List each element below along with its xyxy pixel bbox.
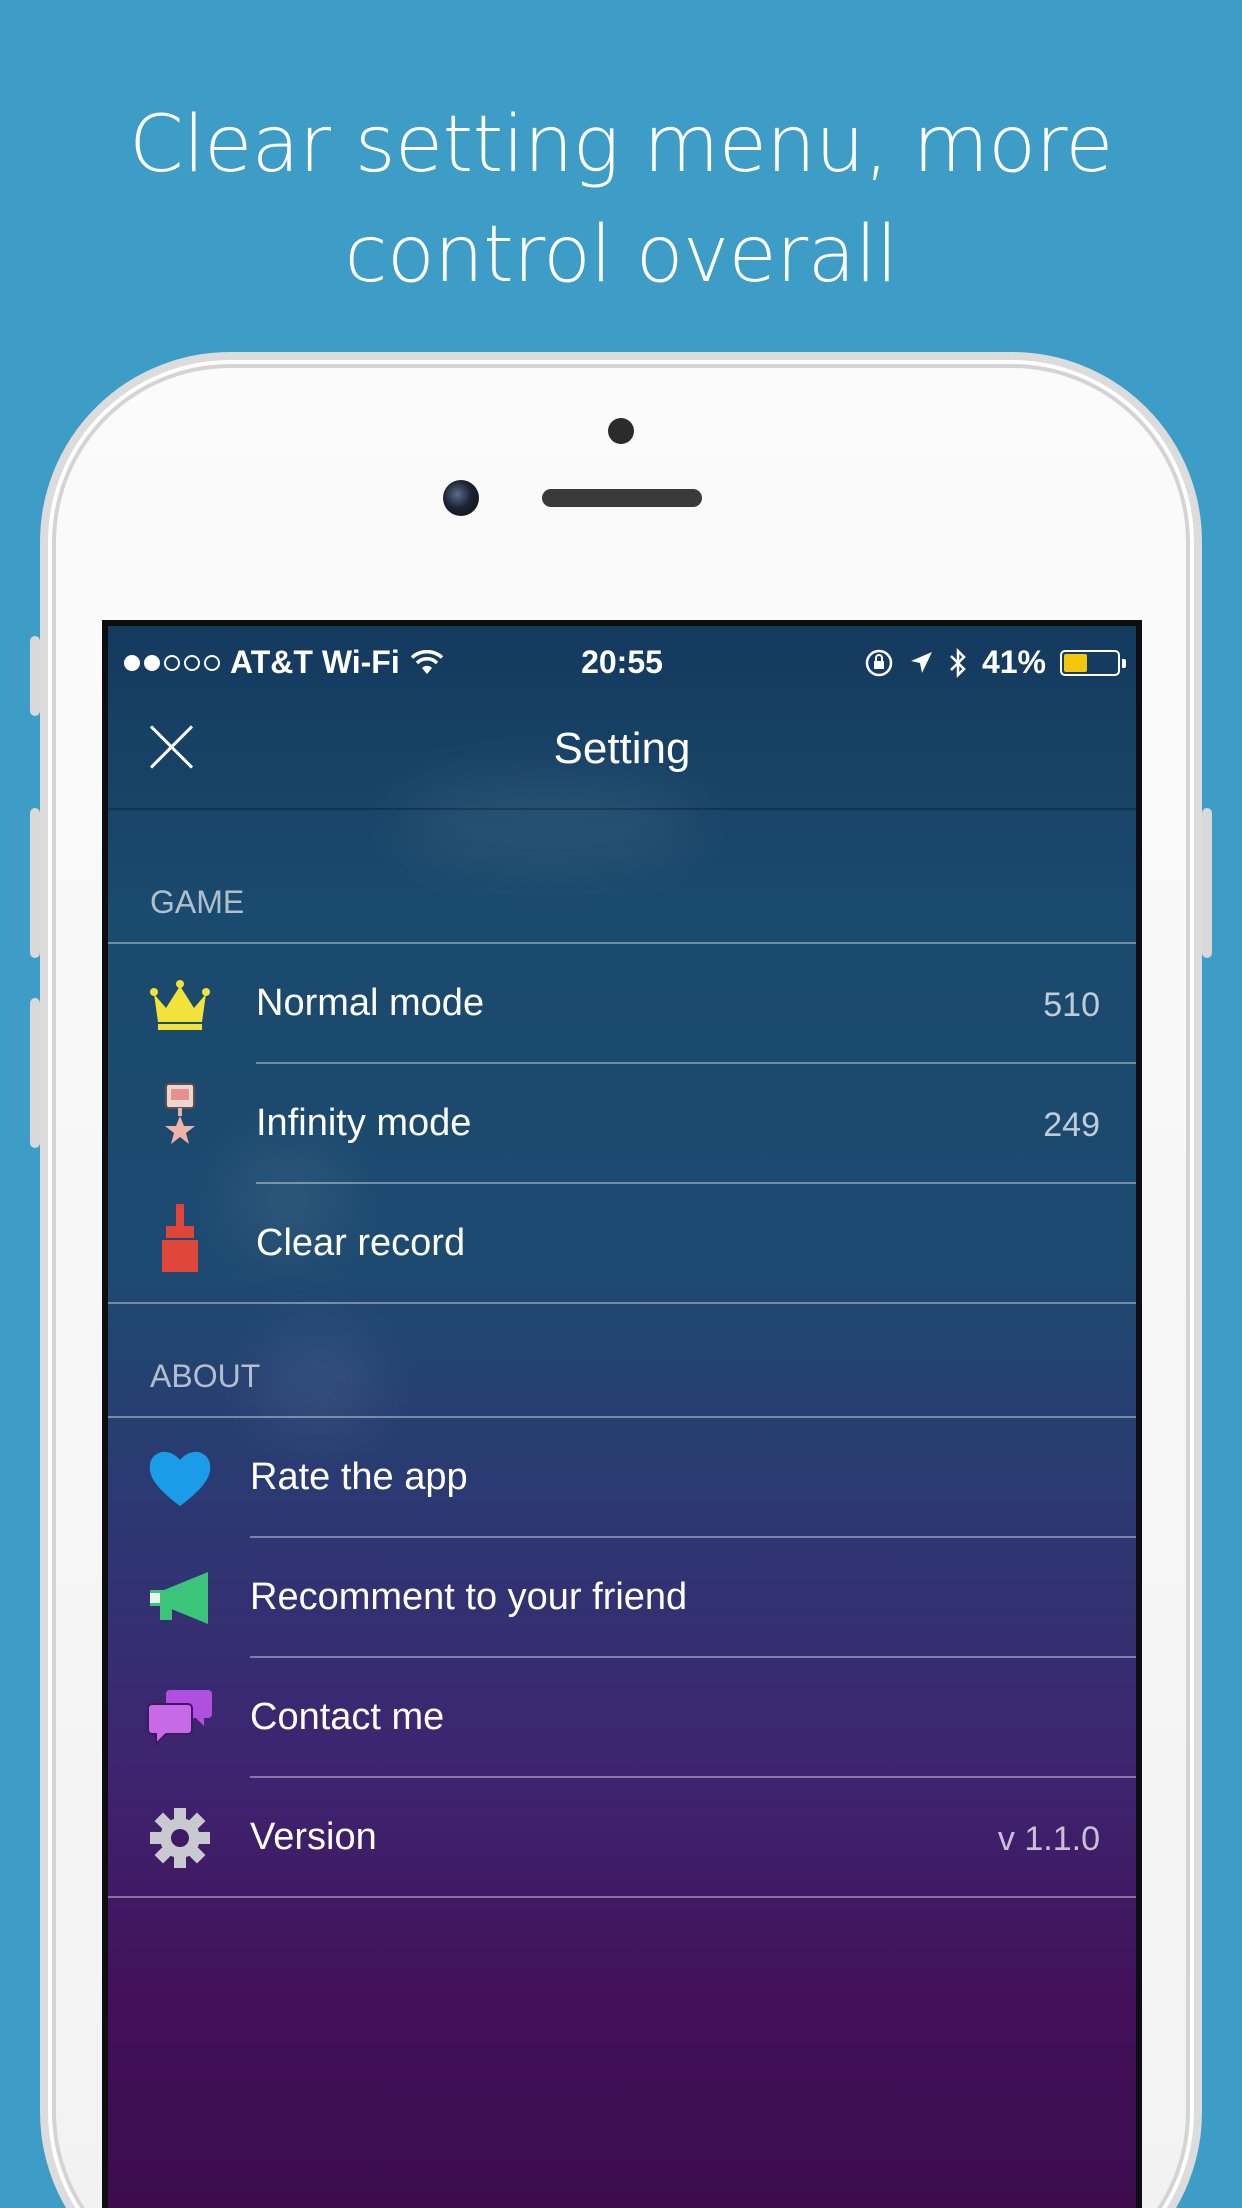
status-bar: AT&T Wi-Fi 20:55 41% (108, 626, 1136, 694)
row-value: 249 (1043, 1106, 1100, 1144)
row-value: 510 (1043, 986, 1100, 1024)
megaphone-icon (150, 1572, 208, 1624)
settings-row-contact[interactable]: Contact me (108, 1658, 1136, 1776)
headline: Clear setting menu, more control overall (129, 100, 1113, 300)
divider (108, 1896, 1136, 1898)
orientation-lock-icon (865, 649, 893, 676)
row-label: Rate the app (250, 1456, 468, 1498)
brush-icon (162, 1204, 198, 1272)
earpiece-speaker (542, 489, 702, 507)
heart-icon (149, 1451, 211, 1506)
settings-row-recommend-friend[interactable]: Recomment to your friend (108, 1538, 1136, 1656)
app-screen: AT&T Wi-Fi 20:55 41% Setting GAME Normal… (102, 620, 1142, 2208)
row-label: Normal mode (256, 982, 485, 1024)
navigation-bar: Setting (108, 694, 1136, 810)
section-header-about: ABOUT (150, 1358, 261, 1394)
settings-row-clear-record[interactable]: Clear record (108, 1184, 1136, 1302)
chat-bubbles-icon (147, 1690, 212, 1747)
gear-icon (150, 1808, 210, 1868)
section-header-game: GAME (150, 884, 245, 920)
row-label: Contact me (250, 1696, 445, 1738)
volume-up-button (30, 808, 40, 958)
row-label: Version (250, 1816, 377, 1858)
row-label: Clear record (256, 1222, 466, 1264)
settings-row-normal-mode[interactable]: Normal mode 510 (108, 944, 1136, 1062)
settings-row-infinity-mode[interactable]: Infinity mode 249 (108, 1064, 1136, 1182)
medal-icon (165, 1083, 195, 1144)
power-button (1202, 808, 1212, 958)
page-title: Setting (553, 724, 691, 773)
volume-down-button (30, 998, 40, 1148)
row-value: v 1.1.0 (997, 1820, 1100, 1858)
bluetooth-icon (950, 647, 966, 678)
divider (108, 1302, 1136, 1304)
row-label: Recomment to your friend (250, 1576, 688, 1618)
location-arrow-icon (910, 651, 932, 673)
front-camera (443, 480, 479, 516)
mute-switch (30, 636, 40, 716)
battery-percent: 41% (981, 644, 1046, 680)
battery-icon (1060, 649, 1126, 676)
settings-row-version[interactable]: Version v 1.1.0 (108, 1778, 1136, 1896)
row-label: Infinity mode (256, 1102, 472, 1144)
crown-icon (150, 980, 210, 1030)
settings-row-rate-app[interactable]: Rate the app (108, 1418, 1136, 1536)
proximity-sensor (608, 418, 634, 444)
